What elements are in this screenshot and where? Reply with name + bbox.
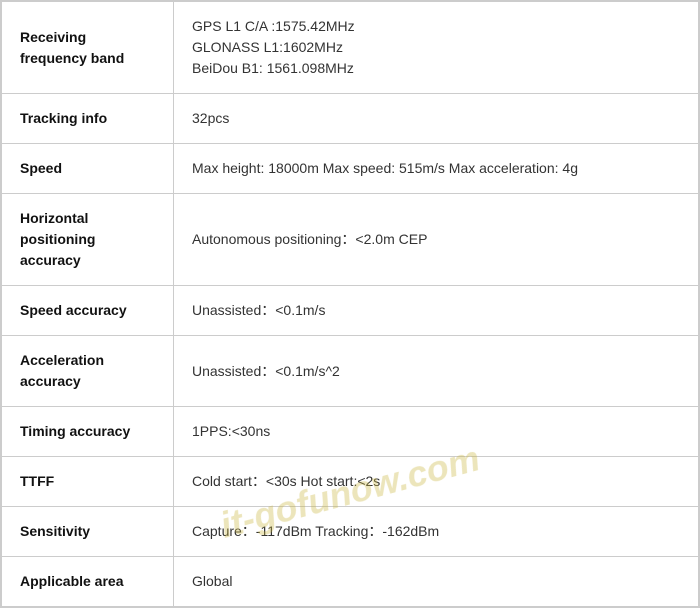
row-label-9: Applicable area bbox=[2, 557, 174, 607]
row-label-6: Timing accuracy bbox=[2, 407, 174, 457]
table-row: Applicable areaGlobal bbox=[2, 557, 699, 607]
table-row: SensitivityCapture：-117dBm Tracking：-162… bbox=[2, 507, 699, 557]
row-value-3: Autonomous positioning：<2.0m CEP bbox=[174, 194, 699, 286]
value-line: GPS L1 C/A :1575.42MHz bbox=[192, 18, 355, 34]
table-row: Receiving frequency bandGPS L1 C/A :1575… bbox=[2, 2, 699, 94]
row-label-0: Receiving frequency band bbox=[2, 2, 174, 94]
row-value-9: Global bbox=[174, 557, 699, 607]
specs-table: Receiving frequency bandGPS L1 C/A :1575… bbox=[0, 0, 700, 608]
row-label-8: Sensitivity bbox=[2, 507, 174, 557]
table-row: SpeedMax height: 18000m Max speed: 515m/… bbox=[2, 144, 699, 194]
row-label-4: Speed accuracy bbox=[2, 286, 174, 336]
row-label-1: Tracking info bbox=[2, 94, 174, 144]
row-value-7: Cold start：<30s Hot start:<2s bbox=[174, 457, 699, 507]
row-label-7: TTFF bbox=[2, 457, 174, 507]
row-label-2: Speed bbox=[2, 144, 174, 194]
row-value-4: Unassisted：<0.1m/s bbox=[174, 286, 699, 336]
table-row: Tracking info32pcs bbox=[2, 94, 699, 144]
row-label-5: Acceleration accuracy bbox=[2, 336, 174, 407]
value-line: BeiDou B1: 1561.098MHz bbox=[192, 60, 354, 76]
row-value-8: Capture：-117dBm Tracking：-162dBm bbox=[174, 507, 699, 557]
row-label-3: Horizontal positioning accuracy bbox=[2, 194, 174, 286]
row-value-2: Max height: 18000m Max speed: 515m/s Max… bbox=[174, 144, 699, 194]
row-value-5: Unassisted：<0.1m/s^2 bbox=[174, 336, 699, 407]
row-value-0: GPS L1 C/A :1575.42MHz GLONASS L1:1602MHz… bbox=[174, 2, 699, 94]
row-value-6: 1PPS:<30ns bbox=[174, 407, 699, 457]
table-row: Timing accuracy1PPS:<30ns bbox=[2, 407, 699, 457]
value-line: GLONASS L1:1602MHz bbox=[192, 39, 343, 55]
row-value-1: 32pcs bbox=[174, 94, 699, 144]
table-row: Horizontal positioning accuracyAutonomou… bbox=[2, 194, 699, 286]
table-row: Speed accuracyUnassisted：<0.1m/s bbox=[2, 286, 699, 336]
table-row: Acceleration accuracyUnassisted：<0.1m/s^… bbox=[2, 336, 699, 407]
table-row: TTFFCold start：<30s Hot start:<2s bbox=[2, 457, 699, 507]
